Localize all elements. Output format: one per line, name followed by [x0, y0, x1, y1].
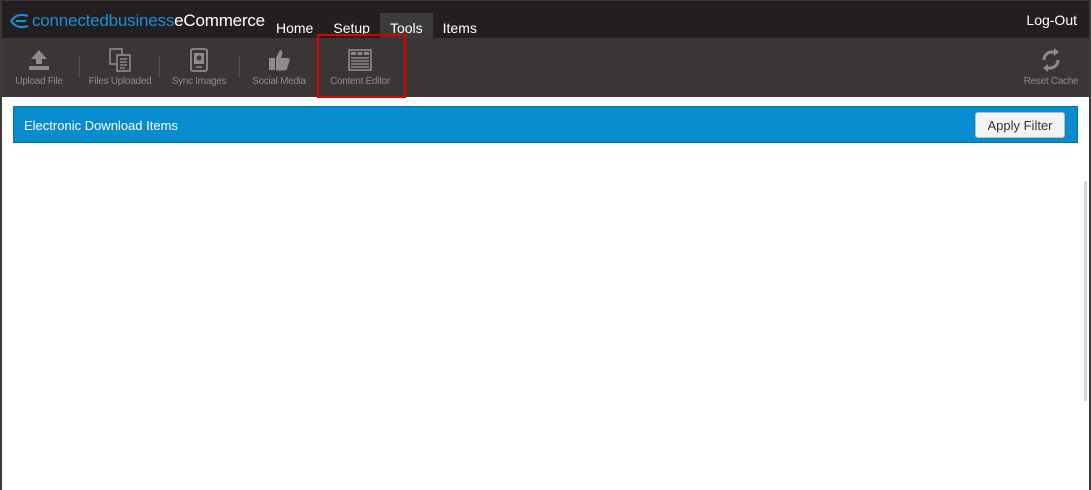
toolbar-divider: [239, 56, 240, 78]
reset-cache-label: Reset Cache: [1023, 76, 1079, 87]
toolbar-divider: [79, 56, 80, 78]
nav-home[interactable]: Home: [266, 13, 323, 38]
refresh-icon: [1042, 48, 1060, 72]
image-icon: [190, 48, 208, 72]
logout-link[interactable]: Log-Out: [1026, 12, 1077, 28]
tools-toolbar: Upload File Files Uploaded Sync Images S…: [2, 38, 1089, 97]
social-media-button[interactable]: Social Media: [246, 38, 312, 97]
upload-icon: [29, 50, 49, 70]
reset-cache-button[interactable]: Reset Cache: [1018, 38, 1084, 97]
upload-file-label: Upload File: [15, 76, 63, 87]
logo-text-primary: connectedbusiness: [32, 11, 175, 30]
files-icon: [109, 48, 131, 72]
sync-images-button[interactable]: Sync Images: [166, 38, 232, 97]
brand-logo[interactable]: connectedbusiness eCommerce: [8, 10, 265, 32]
scrollbar-track[interactable]: [1084, 181, 1087, 401]
filter-title: Electronic Download Items: [24, 118, 178, 133]
sync-images-label: Sync Images: [171, 76, 227, 87]
toolbar-divider: [159, 56, 160, 78]
annotation-highlight-box: [317, 34, 406, 98]
upload-file-button[interactable]: Upload File: [8, 38, 70, 97]
social-media-label: Social Media: [252, 76, 306, 87]
nav-items[interactable]: Items: [433, 13, 487, 38]
app-window: connectedbusiness eCommerce Home Setup To…: [0, 0, 1091, 490]
thumbs-up-icon: [269, 50, 290, 71]
logo-text-secondary: eCommerce: [174, 11, 265, 30]
files-uploaded-button[interactable]: Files Uploaded: [86, 38, 154, 97]
apply-filter-button[interactable]: Apply Filter: [975, 112, 1065, 138]
files-uploaded-label: Files Uploaded: [88, 76, 152, 87]
filter-bar: Electronic Download Items Apply Filter: [13, 106, 1078, 143]
logo-icon: [10, 13, 29, 29]
top-header: connectedbusiness eCommerce Home Setup To…: [2, 1, 1089, 38]
